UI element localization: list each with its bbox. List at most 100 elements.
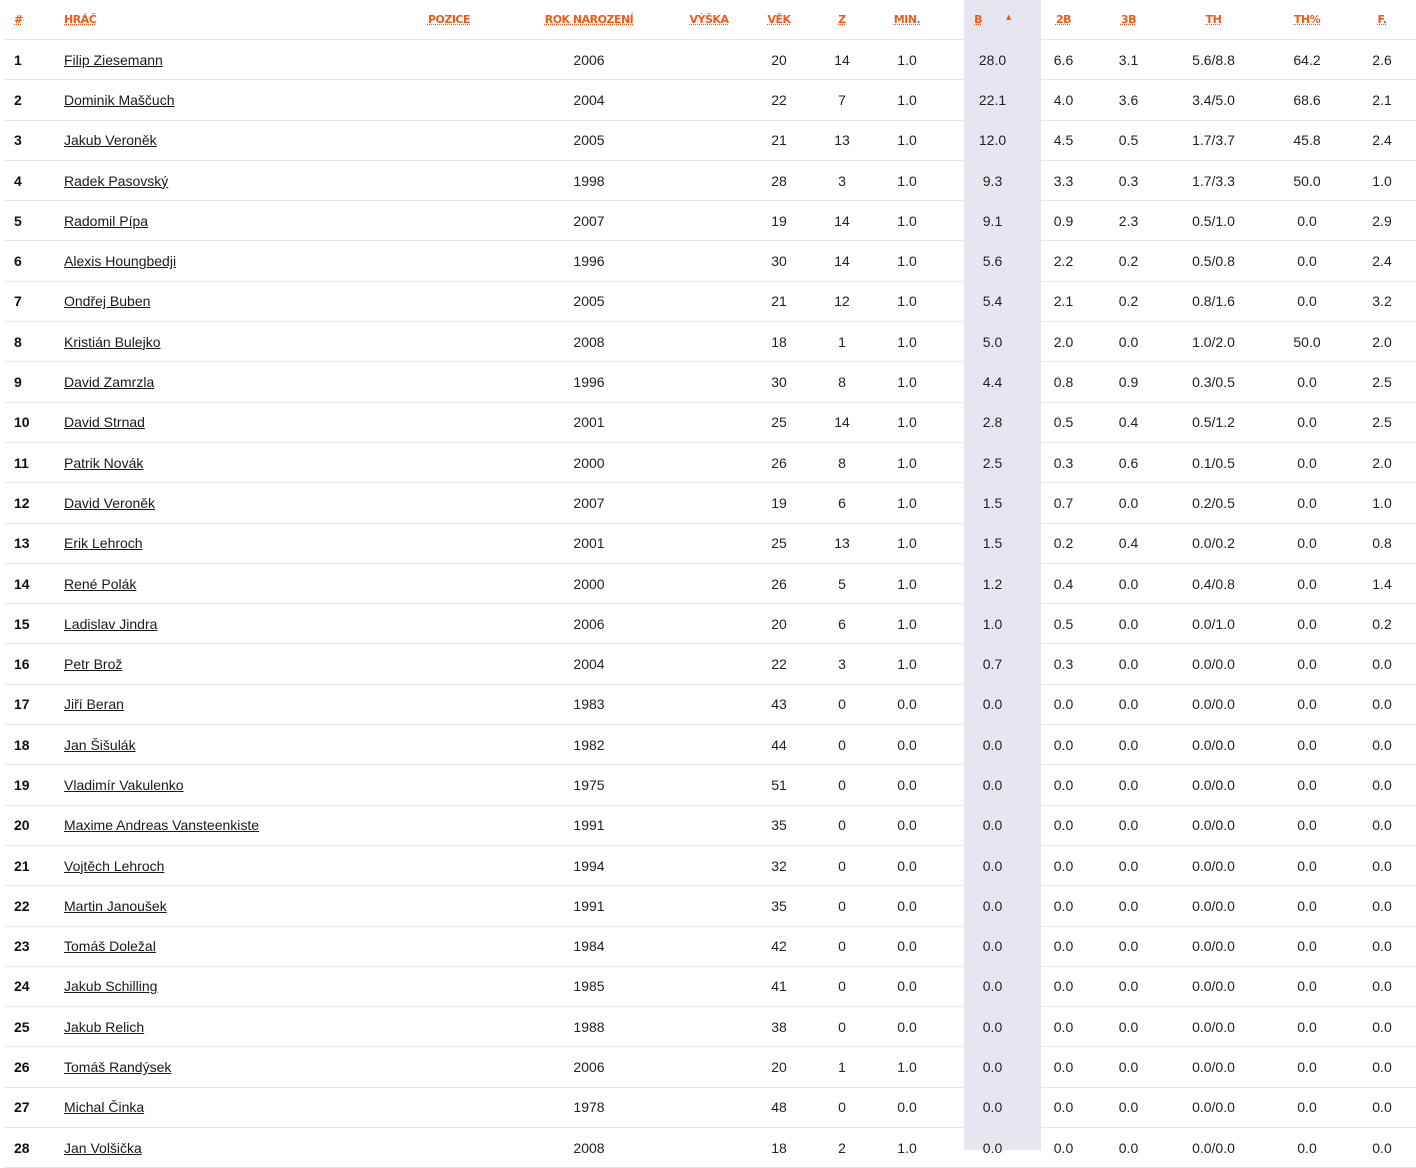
age-cell: 20 — [734, 1046, 824, 1088]
height-cell — [684, 321, 734, 363]
player-link[interactable]: Alexis Houngbedji — [64, 253, 176, 269]
fouls-cell: 2.4 — [1348, 240, 1416, 282]
height-cell — [684, 523, 734, 564]
table-row: 2 Dominik Maščuch 2004 22 7 1.0 22.1 4.0 3.6 3.4/… — [4, 79, 1416, 121]
player-link[interactable]: Filip Ziesemann — [64, 52, 163, 68]
birth-year-cell: 1978 — [494, 1087, 684, 1129]
header-two-pt[interactable]: 2B — [1031, 0, 1096, 40]
height-cell — [684, 39, 734, 81]
three-pt-cell: 0.0 — [1096, 885, 1161, 927]
header-height[interactable]: VÝŠKA — [684, 0, 734, 40]
fouls-cell: 0.0 — [1348, 805, 1416, 846]
two-pt-cell: 0.0 — [1031, 966, 1096, 1008]
position-cell — [404, 885, 494, 927]
player-link[interactable]: David Zamrzla — [64, 374, 154, 390]
height-cell — [684, 1006, 734, 1048]
games-cell: 0 — [824, 764, 860, 806]
player-name-cell: Tomáš Doležal — [64, 926, 404, 967]
header-position[interactable]: POZICE — [404, 0, 494, 40]
ft-percent-cell: 0.0 — [1266, 966, 1348, 1008]
header-three-pt[interactable]: 3B — [1096, 0, 1161, 40]
points-cell: 0.0 — [954, 926, 1031, 967]
rank-cell: 3 — [4, 120, 64, 161]
header-minutes[interactable]: MIN. — [860, 0, 954, 40]
rank-cell: 21 — [4, 845, 64, 887]
player-link[interactable]: René Polák — [64, 576, 136, 592]
points-cell: 0.0 — [954, 1046, 1031, 1088]
player-link[interactable]: Dominik Maščuch — [64, 92, 174, 108]
rank-cell: 9 — [4, 361, 64, 403]
ft-percent-cell: 0.0 — [1266, 684, 1348, 726]
player-link[interactable]: Jakub Veroněk — [64, 132, 157, 148]
three-pt-cell: 0.0 — [1096, 563, 1161, 605]
player-link[interactable]: Vojtěch Lehroch — [64, 858, 164, 874]
player-link[interactable]: Tomáš Randýsek — [64, 1059, 171, 1075]
table-row: 22 Martin Janoušek 1991 35 0 0.0 0.0 0.0 0.0 0.0/… — [4, 885, 1416, 927]
table-row: 28 Jan Volšička 2008 18 2 1.0 0.0 0.0 0.0 0.0/0.0… — [4, 1127, 1416, 1168]
player-link[interactable]: Patrik Novák — [64, 455, 143, 471]
games-cell: 14 — [824, 39, 860, 81]
player-link[interactable]: Vladimír Vakulenko — [64, 777, 184, 793]
player-link[interactable]: Maxime Andreas Vansteenkiste — [64, 817, 259, 833]
header-fouls[interactable]: F. — [1348, 0, 1416, 40]
table-row: 24 Jakub Schilling 1985 41 0 0.0 0.0 0.0 0.0 0.0/… — [4, 966, 1416, 1008]
header-player[interactable]: HRÁČ — [64, 0, 404, 40]
three-pt-cell: 0.0 — [1096, 724, 1161, 766]
header-points[interactable]: B ▲ — [954, 0, 1031, 40]
birth-year-cell: 2006 — [494, 1046, 684, 1088]
free-throws-cell: 0.0/0.0 — [1161, 643, 1266, 685]
header-age[interactable]: VĚK — [734, 0, 824, 40]
two-pt-cell: 0.4 — [1031, 563, 1096, 605]
player-link[interactable]: Radek Pasovský — [64, 173, 168, 189]
fouls-cell: 0.0 — [1348, 966, 1416, 1008]
ft-percent-cell: 0.0 — [1266, 482, 1348, 524]
player-link[interactable]: Petr Brož — [64, 656, 122, 672]
player-link[interactable]: David Strnad — [64, 414, 145, 430]
ft-percent-cell: 0.0 — [1266, 1127, 1348, 1168]
player-link[interactable]: Jakub Schilling — [64, 978, 157, 994]
three-pt-cell: 0.0 — [1096, 764, 1161, 806]
three-pt-cell: 3.1 — [1096, 39, 1161, 81]
player-link[interactable]: Martin Janoušek — [64, 898, 167, 914]
header-birth-year[interactable]: ROK NAROZENÍ — [494, 0, 684, 40]
position-cell — [404, 1006, 494, 1048]
player-link[interactable]: Ondřej Buben — [64, 293, 150, 309]
height-cell — [684, 160, 734, 202]
age-cell: 20 — [734, 603, 824, 645]
header-games[interactable]: Z — [824, 0, 860, 40]
player-name-cell: Maxime Andreas Vansteenkiste — [64, 805, 404, 846]
player-link[interactable]: Jan Šišulák — [64, 737, 136, 753]
header-free-throws[interactable]: TH — [1161, 0, 1266, 40]
player-link[interactable]: Michal Činka — [64, 1099, 144, 1115]
two-pt-cell: 3.3 — [1031, 160, 1096, 202]
player-link[interactable]: Ladislav Jindra — [64, 616, 157, 632]
player-link[interactable]: Erik Lehroch — [64, 535, 143, 551]
table-row: 15 Ladislav Jindra 2006 20 6 1.0 1.0 0.5 0.0 0.0/… — [4, 603, 1416, 645]
three-pt-cell: 0.0 — [1096, 643, 1161, 685]
player-link[interactable]: Jiří Beran — [64, 696, 124, 712]
age-cell: 41 — [734, 966, 824, 1008]
fouls-cell: 0.0 — [1348, 643, 1416, 685]
header-ft-percent[interactable]: TH% — [1266, 0, 1348, 40]
player-link[interactable]: Jan Volšička — [64, 1140, 142, 1156]
position-cell — [404, 160, 494, 202]
fouls-cell: 1.0 — [1348, 160, 1416, 202]
games-cell: 0 — [824, 966, 860, 1008]
games-cell: 6 — [824, 482, 860, 524]
minutes-cell: 1.0 — [860, 321, 954, 363]
age-cell: 22 — [734, 79, 824, 121]
fouls-cell: 1.4 — [1348, 563, 1416, 605]
player-link[interactable]: David Veroněk — [64, 495, 155, 511]
player-link[interactable]: Kristián Bulejko — [64, 334, 161, 350]
birth-year-cell: 2007 — [494, 482, 684, 524]
position-cell — [404, 1046, 494, 1088]
age-cell: 25 — [734, 523, 824, 564]
player-link[interactable]: Jakub Relich — [64, 1019, 144, 1035]
player-link[interactable]: Tomáš Doležal — [64, 938, 156, 954]
player-link[interactable]: Radomil Pípa — [64, 213, 148, 229]
ft-percent-cell: 50.0 — [1266, 321, 1348, 363]
height-cell — [684, 79, 734, 121]
minutes-cell: 0.0 — [860, 885, 954, 927]
header-rank[interactable]: # — [4, 0, 64, 40]
birth-year-cell: 2004 — [494, 643, 684, 685]
